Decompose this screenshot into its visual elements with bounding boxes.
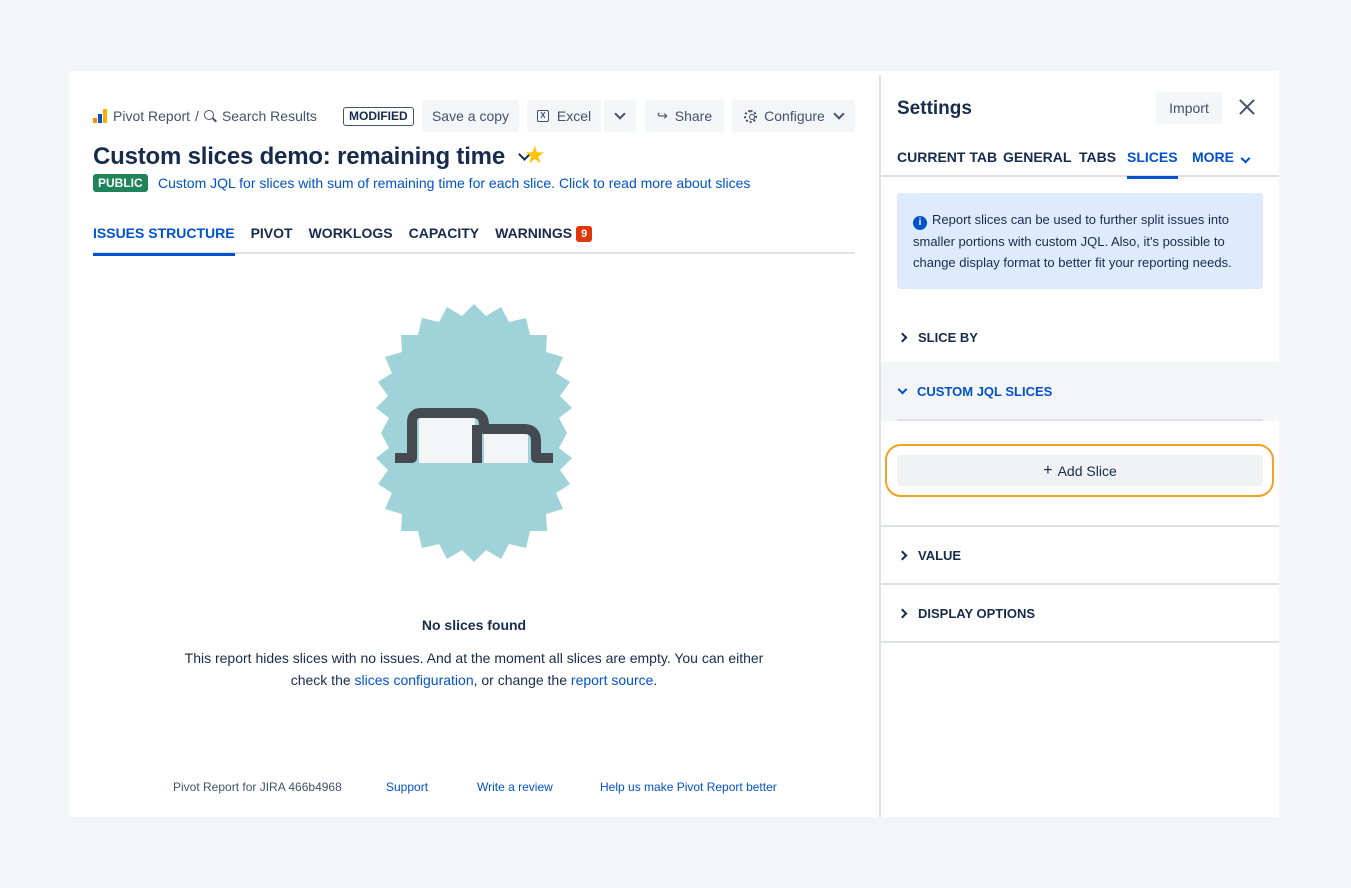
report-main: Pivot Report / Search Results MODIFIED S… — [69, 71, 879, 817]
breadcrumb-search-results[interactable]: Search Results — [222, 108, 317, 124]
report-title[interactable]: Custom slices demo: remaining time — [93, 143, 531, 171]
info-icon: i — [913, 216, 927, 230]
close-icon[interactable] — [1237, 97, 1257, 117]
breadcrumb-separator: / — [195, 108, 199, 124]
public-badge: PUBLIC — [93, 174, 148, 192]
configure-button[interactable]: Configure — [732, 100, 855, 132]
pivot-report-logo-icon — [93, 109, 107, 123]
section-underline — [897, 419, 1263, 421]
settings-tab-tabs[interactable]: TABS — [1079, 149, 1116, 177]
section-label: VALUE — [918, 547, 962, 563]
settings-panel: Settings Import CURRENT TAB GENERAL TABS… — [881, 71, 1279, 817]
empty-state-middle: , or change the — [473, 672, 571, 688]
chevron-down-icon — [1240, 153, 1251, 164]
slices-info-box: i Report slices can be used to further sp… — [897, 193, 1263, 289]
section-label: SLICE BY — [918, 329, 978, 345]
excel-label: Excel — [556, 108, 592, 124]
settings-tab-label: TABS — [1079, 149, 1117, 165]
import-label: Import — [1169, 100, 1209, 116]
excel-button[interactable]: X Excel — [527, 100, 601, 132]
gear-icon — [744, 109, 758, 123]
chevron-right-icon — [897, 332, 908, 342]
excel-dropdown-button[interactable] — [604, 100, 636, 132]
search-icon — [203, 110, 216, 122]
warnings-count-badge: 9 — [576, 226, 593, 242]
settings-tab-label: CURRENT TAB — [897, 149, 998, 165]
report-tabs: ISSUES STRUCTURE PIVOT WORKLOGS CAPACITY… — [93, 225, 855, 256]
footer-version: Pivot Report for JIRA 466b4968 — [173, 780, 342, 794]
empty-state-title: No slices found — [421, 617, 527, 633]
section-label: CUSTOM JQL SLICES — [917, 384, 1053, 399]
configure-label: Configure — [764, 108, 825, 124]
breadcrumb: Pivot Report / Search Results — [93, 107, 317, 125]
settings-tab-label: SLICES — [1127, 149, 1178, 165]
share-button[interactable]: ↪ Share — [645, 100, 724, 132]
tab-issues-structure[interactable]: ISSUES STRUCTURE — [93, 225, 235, 256]
settings-tab-slices[interactable]: SLICES — [1127, 149, 1178, 179]
report-card: Pivot Report / Search Results MODIFIED S… — [69, 71, 1279, 817]
settings-tab-label: MORE — [1192, 149, 1234, 165]
report-source-link[interactable]: report source — [571, 672, 653, 688]
add-slice-button[interactable]: + Add Slice — [897, 455, 1263, 486]
save-copy-button[interactable]: Save a copy — [422, 100, 519, 132]
report-description-link[interactable]: Custom JQL for slices with sum of remain… — [158, 175, 750, 191]
add-slice-label: Add Slice — [1057, 462, 1117, 479]
footer-review-link[interactable]: Write a review — [477, 780, 553, 794]
box-divider — [472, 425, 482, 463]
chevron-down-icon — [833, 108, 845, 120]
empty-state-prefix: check the — [290, 672, 355, 688]
chevron-right-icon — [897, 608, 908, 618]
star-icon[interactable]: ★ — [524, 143, 546, 169]
slices-info-text: Report slices can be used to further spl… — [913, 212, 1232, 270]
chevron-down-icon — [897, 384, 908, 395]
settings-tab-label: GENERAL — [1003, 149, 1072, 165]
modified-badge: MODIFIED — [343, 107, 414, 126]
empty-state-body: This report hides slices with no issues.… — [179, 647, 769, 691]
section-value[interactable]: VALUE — [881, 527, 1279, 585]
section-slice-by[interactable]: SLICE BY — [881, 312, 1279, 364]
slices-configuration-link[interactable]: slices configuration — [355, 672, 474, 688]
tab-label: PIVOT — [250, 225, 293, 241]
tab-label: WARNINGS — [495, 225, 573, 241]
breadcrumb-app[interactable]: Pivot Report — [113, 108, 190, 124]
tab-capacity[interactable]: CAPACITY — [409, 225, 480, 254]
save-copy-label: Save a copy — [431, 108, 510, 124]
tab-pivot[interactable]: PIVOT — [251, 225, 293, 254]
import-button[interactable]: Import — [1156, 92, 1222, 124]
settings-title: Settings — [897, 98, 972, 119]
excel-icon: X — [536, 110, 549, 122]
plus-icon: + — [1043, 461, 1053, 479]
tab-label: ISSUES STRUCTURE — [93, 225, 235, 241]
footer-feedback-link[interactable]: Help us make Pivot Report better — [600, 780, 777, 794]
chevron-right-icon — [897, 550, 908, 560]
empty-state-suffix: . — [653, 672, 658, 688]
box-right — [484, 429, 528, 463]
share-label: Share — [674, 108, 713, 124]
tab-warnings[interactable]: WARNINGS 9 — [495, 225, 593, 254]
empty-state-illustration — [376, 304, 572, 562]
settings-tab-general[interactable]: GENERAL — [1003, 149, 1071, 177]
footer-support-link[interactable]: Support — [386, 780, 428, 794]
settings-tabs: CURRENT TAB GENERAL TABS SLICES MORE — [881, 149, 1279, 179]
tab-label: CAPACITY — [408, 225, 480, 241]
tab-label: WORKLOGS — [308, 225, 393, 241]
report-title-text: Custom slices demo: remaining time — [93, 143, 505, 170]
settings-tab-current-tab[interactable]: CURRENT TAB — [897, 149, 997, 177]
section-custom-jql-slices[interactable]: CUSTOM JQL SLICES — [881, 362, 1279, 421]
empty-state-line1: This report hides slices with no issues.… — [184, 650, 764, 666]
settings-tab-more[interactable]: MORE — [1192, 149, 1251, 177]
box-left — [419, 413, 475, 463]
share-icon: ↪ — [656, 108, 668, 123]
chevron-down-icon — [614, 108, 626, 120]
section-label: DISPLAY OPTIONS — [918, 605, 1036, 621]
section-display-options[interactable]: DISPLAY OPTIONS — [881, 585, 1279, 643]
tab-worklogs[interactable]: WORKLOGS — [309, 225, 393, 254]
